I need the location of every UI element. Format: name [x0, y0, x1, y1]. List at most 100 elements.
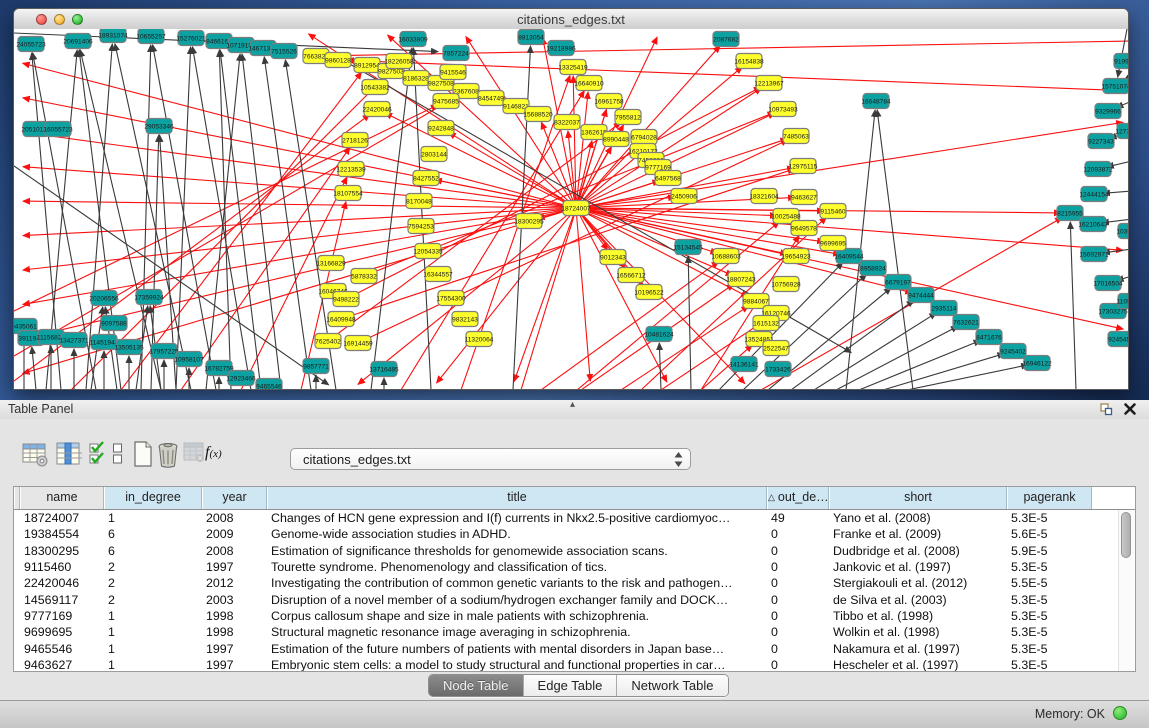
column-header-out_de[interactable]: △out_de… [767, 487, 829, 509]
network-node[interactable]: 17016504 [1093, 276, 1123, 291]
table-settings-icon[interactable] [22, 441, 49, 468]
tab-network-table[interactable]: Network Table [617, 675, 727, 696]
table-cell[interactable]: 19384554 [20, 527, 104, 541]
splitter-grip-icon[interactable]: ▴ [570, 399, 575, 410]
network-node[interactable]: 10688603 [711, 249, 741, 264]
table-cell[interactable]: 5.5E-5 [1007, 576, 1092, 590]
table-cell[interactable]: Tourette syndrome. Phenomenology and cla… [267, 560, 767, 574]
network-node[interactable]: 9860128 [325, 53, 351, 68]
table-cell[interactable]: 9115460 [20, 560, 104, 574]
table-cell[interactable]: 5.3E-5 [1007, 511, 1092, 525]
network-node[interactable]: 12444154 [1079, 187, 1109, 202]
network-node[interactable]: 7955812 [615, 110, 641, 125]
table-row[interactable]: 1830029562008Estimation of significance … [14, 543, 1135, 559]
network-node[interactable]: 18321604 [749, 189, 779, 204]
network-node[interactable]: 1733426 [765, 362, 791, 377]
table-cell[interactable]: Investigating the contribution of common… [267, 576, 767, 590]
table-cell[interactable]: 0 [767, 609, 829, 623]
network-node[interactable]: 2450906 [671, 189, 697, 204]
table-cell[interactable]: Dudbridge et al. (2008) [829, 544, 1007, 558]
table-cell[interactable]: Yano et al. (2008) [829, 511, 1007, 525]
column-header-year[interactable]: year [202, 487, 267, 509]
network-node[interactable]: 7632621 [953, 315, 979, 330]
network-node[interactable]: 11050005 [1117, 294, 1128, 309]
table-cell[interactable]: 22420046 [20, 576, 104, 590]
network-node[interactable]: 9474444 [908, 288, 934, 303]
network-node[interactable]: 8912954 [354, 58, 380, 73]
network-node[interactable]: 13716485 [369, 362, 399, 377]
tab-edge-table[interactable]: Edge Table [524, 675, 618, 696]
network-node[interactable]: 9329966 [1095, 104, 1121, 119]
network-node[interactable]: 2522547 [763, 341, 789, 356]
table-cell[interactable]: 0 [767, 658, 829, 672]
table-cell[interactable]: Structural magnetic resonance image aver… [267, 625, 767, 639]
network-node[interactable]: 13325419 [558, 60, 588, 75]
table-cell[interactable]: Corpus callosum shape and size in male p… [267, 609, 767, 623]
network-node[interactable]: 12213539 [336, 162, 366, 177]
table-cell[interactable]: 9777169 [20, 609, 104, 623]
table-cell[interactable]: Genome-wide association studies in ADHD. [267, 527, 767, 541]
network-node[interactable]: 9649578 [791, 221, 817, 236]
table-cell[interactable]: 9465546 [20, 642, 104, 656]
network-node[interactable]: 16946122 [1022, 356, 1052, 371]
select-columns-icon[interactable] [56, 441, 82, 468]
network-node[interactable]: 17359924 [134, 290, 164, 305]
table-cell[interactable]: 0 [767, 642, 829, 656]
network-node[interactable]: 9097588 [101, 316, 127, 331]
table-cell[interactable]: 1 [104, 642, 202, 656]
table-cell[interactable]: 14569117 [20, 593, 104, 607]
network-node[interactable]: 16210643 [1078, 217, 1108, 232]
network-node[interactable]: 7485063 [783, 129, 809, 144]
network-node[interactable]: 16154838 [734, 54, 764, 69]
network-node[interactable]: 9199103 [1114, 54, 1128, 69]
table-row[interactable]: 977716911998Corpus callosum shape and si… [14, 608, 1135, 624]
delete-trash-icon[interactable] [157, 441, 179, 468]
new-file-icon[interactable] [133, 441, 153, 467]
network-node[interactable]: 1615132 [753, 316, 779, 331]
network-node[interactable]: 19654923 [781, 249, 811, 264]
network-node[interactable]: 9115460 [820, 204, 846, 219]
column-header-title[interactable]: title [267, 487, 767, 509]
network-node[interactable]: 13166829 [316, 256, 346, 271]
table-cell[interactable]: 5.9E-5 [1007, 544, 1092, 558]
table-cell[interactable]: Estimation of the future numbers of pati… [267, 642, 767, 656]
function-fx-icon[interactable]: f(x) [205, 444, 222, 462]
column-header-short[interactable]: short [829, 487, 1007, 509]
network-node[interactable]: 16914459 [343, 336, 373, 351]
network-node[interactable]: 16409948 [326, 312, 356, 327]
table-cell[interactable]: 2 [104, 560, 202, 574]
table-source-dropdown[interactable]: citations_edges.txt [290, 448, 691, 470]
table-cell[interactable]: 2012 [202, 576, 267, 590]
network-node[interactable]: 7857224 [443, 46, 469, 61]
table-cell[interactable]: Jankovic et al. (1997) [829, 560, 1007, 574]
network-node[interactable]: 9498222 [333, 292, 359, 307]
network-node[interactable]: 9832143 [452, 312, 478, 327]
column-header-in_degree[interactable]: in_degree [104, 487, 202, 509]
network-node[interactable]: 16961758 [594, 94, 624, 109]
table-cell[interactable]: 18724007 [20, 511, 104, 525]
table-cell[interactable]: 2008 [202, 544, 267, 558]
table-cell[interactable]: Tibbo et al. (1998) [829, 609, 1007, 623]
network-node[interactable]: 18724007 [561, 201, 591, 216]
network-node[interactable]: 16344557 [423, 267, 453, 282]
network-node[interactable]: 12213967 [754, 76, 784, 91]
network-node[interactable]: 15688520 [523, 107, 553, 122]
table-vertical-scrollbar[interactable] [1118, 510, 1134, 671]
table-cell[interactable]: Disruption of a novel member of a sodium… [267, 593, 767, 607]
table-row[interactable]: 946362711997Embryonic stem cells: a mode… [14, 657, 1135, 672]
network-node[interactable]: 15134545 [673, 240, 703, 255]
table-cell[interactable]: 0 [767, 576, 829, 590]
network-node[interactable]: 15692971 [1079, 247, 1109, 262]
network-node[interactable]: 20691406 [63, 34, 93, 49]
network-node[interactable]: 5878332 [351, 269, 377, 284]
table-row[interactable]: 946554611997Estimation of the future num… [14, 640, 1135, 656]
network-node[interactable]: 10399872 [1116, 224, 1128, 239]
network-node[interactable]: 16033809 [398, 32, 428, 47]
table-cell[interactable]: 18300295 [20, 544, 104, 558]
table-cell[interactable]: 5.3E-5 [1007, 625, 1092, 639]
table-cell[interactable]: 0 [767, 593, 829, 607]
column-header-pagerank[interactable]: pagerank [1007, 487, 1092, 509]
network-node[interactable]: 9465546 [256, 379, 282, 390]
network-node[interactable]: 8813054 [518, 30, 544, 45]
network-node[interactable]: 8215955 [1057, 206, 1083, 221]
